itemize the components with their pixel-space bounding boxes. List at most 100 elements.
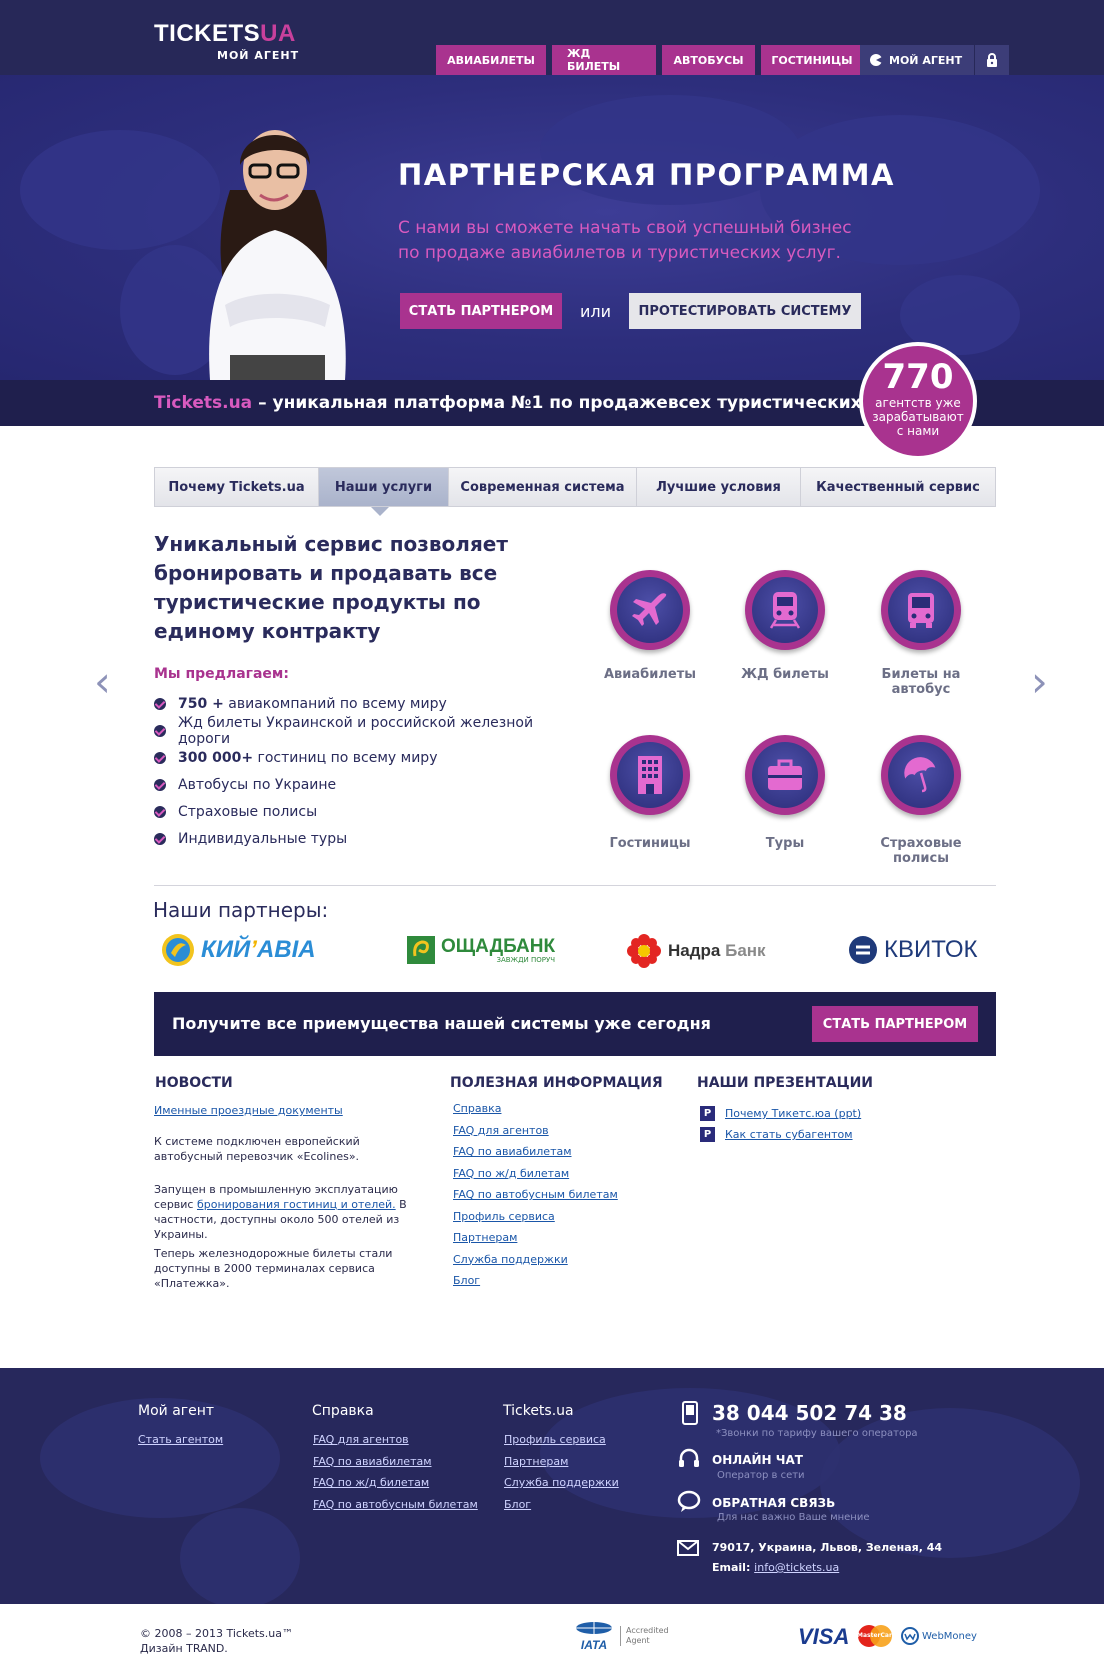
news-item: К системе подключен европейский автобусн… xyxy=(154,1135,360,1163)
news-link[interactable]: Именные проездные документы xyxy=(154,1103,343,1118)
feedback-link[interactable]: ОБРАТНАЯ СВЯЗЬ xyxy=(712,1496,835,1510)
service-bus-label: Билеты на автобус xyxy=(881,667,961,697)
agents-count-badge: 770 агентств уже зарабатывают с нами xyxy=(859,342,977,460)
partner-nadra-logo[interactable]: Надра Банк xyxy=(626,933,766,969)
footer-faq-bus-link[interactable]: FAQ по автобусным билетам xyxy=(313,1494,478,1516)
service-rail[interactable] xyxy=(745,570,825,650)
feedback-note: Для нас важно Ваше мнение xyxy=(717,1512,870,1523)
divider xyxy=(154,885,996,886)
footer-profile-link[interactable]: Профиль сервиса xyxy=(504,1429,619,1451)
oschadbank-text: ОЩАДБАНК xyxy=(441,935,556,957)
link-service-profile[interactable]: Профиль сервиса xyxy=(453,1206,618,1228)
link-blog[interactable]: Блог xyxy=(453,1270,618,1292)
link-faq-avia[interactable]: FAQ по авиабилетам xyxy=(453,1141,618,1163)
ppt-icon: P xyxy=(700,1106,715,1121)
logo[interactable]: TICKETSUA xyxy=(154,22,296,46)
footer-address: 79017, Украина, Львов, Зеленая, 44 xyxy=(712,1541,943,1554)
check-icon xyxy=(154,778,166,791)
woman-photo xyxy=(209,130,346,380)
service-avia[interactable] xyxy=(610,570,690,650)
hero-title: ПАРТНЕРСКАЯ ПРОГРАММА xyxy=(398,158,895,192)
link-help[interactable]: Справка xyxy=(453,1098,618,1120)
main-nav: АВИАБИЛЕТЫ ЖД БИЛЕТЫ АВТОБУСЫ ГОСТИНИЦЫ xyxy=(436,45,863,75)
headset-icon xyxy=(679,1448,699,1467)
tab-quality-service[interactable]: Качественный сервис xyxy=(801,468,995,506)
iata-globe-icon xyxy=(576,1622,612,1634)
oschadbank-emblem-icon xyxy=(407,936,435,964)
nav-hotels[interactable]: ГОСТИНИЦЫ xyxy=(761,45,863,75)
service-tours[interactable] xyxy=(745,735,825,815)
tab-why[interactable]: Почему Tickets.ua xyxy=(155,468,319,506)
footer-email: Email: info@tickets.ua xyxy=(712,1561,840,1574)
check-icon xyxy=(154,724,166,737)
cta-text: Получите все приемущества нашей системы … xyxy=(172,1014,711,1033)
footer-support-link[interactable]: Служба поддержки xyxy=(504,1472,619,1494)
nadra-text: Надра Банк xyxy=(668,941,766,960)
service-insurance[interactable] xyxy=(881,735,961,815)
test-system-button[interactable]: ПРОТЕСТИРОВАТЬ СИСТЕМУ xyxy=(629,293,861,329)
footer-faq-rail-link[interactable]: FAQ по ж/д билетам xyxy=(313,1472,478,1494)
link-partners[interactable]: Партнерам xyxy=(453,1227,618,1249)
online-chat-link[interactable]: ОНЛАЙН ЧАТ xyxy=(712,1453,803,1467)
hotel-booking-link[interactable]: бронирования гостиниц и отелей. xyxy=(197,1198,396,1211)
presentations-title: НАШИ ПРЕЗЕНТАЦИИ xyxy=(697,1075,874,1091)
presentation-item[interactable]: P Почему Тикетс.юа (ppt) xyxy=(700,1103,861,1124)
link-support[interactable]: Служба поддержки xyxy=(453,1249,618,1271)
my-agent-login[interactable]: МОЙ АГЕНТ xyxy=(860,45,1010,75)
useful-info-title: ПОЛЕЗНАЯ ИНФОРМАЦИЯ xyxy=(450,1075,663,1091)
partners-title: Наши партнеры: xyxy=(153,898,329,922)
tab-best-terms[interactable]: Лучшие условия xyxy=(637,468,801,506)
footer-partners-link[interactable]: Партнерам xyxy=(504,1451,619,1473)
offer-label: Мы предлагаем: xyxy=(154,666,289,682)
footer-faq-agents-link[interactable]: FAQ для агентов xyxy=(313,1429,478,1451)
agents-count: 770 xyxy=(882,357,954,397)
phone-icon xyxy=(682,1401,698,1425)
speech-bubble-icon xyxy=(677,1490,701,1512)
info-tabs: Почему Tickets.ua Наши услуги Современна… xyxy=(154,467,996,507)
slider-next-arrow[interactable]: › xyxy=(1031,661,1055,703)
list-item: 750 + авиакомпаний по всему миру xyxy=(154,690,574,717)
tagline-text: Tickets.ua – уникальная платформа №1 по … xyxy=(154,393,928,413)
my-agent-label: МОЙ АГЕНТ xyxy=(889,53,963,67)
check-icon xyxy=(154,805,166,818)
footer-blog-link[interactable]: Блог xyxy=(504,1494,619,1516)
nav-avia[interactable]: АВИАБИЛЕТЫ xyxy=(436,45,546,75)
cta-partner-button[interactable]: СТАТЬ ПАРТНЕРОМ xyxy=(812,1006,978,1042)
footer-become-agent-link[interactable]: Стать агентом xyxy=(138,1429,223,1451)
webmoney-logo: WebMoney xyxy=(901,1627,977,1645)
footer-col1-links: Стать агентом xyxy=(138,1429,223,1451)
agent-logo-icon xyxy=(870,54,882,66)
footer-faq-avia-link[interactable]: FAQ по авиабилетам xyxy=(313,1451,478,1473)
news-title: НОВОСТИ xyxy=(155,1075,233,1091)
service-insurance-label: Страховые полисы xyxy=(880,836,962,866)
news-item: Запущен в промышленную эксплуатацию серв… xyxy=(154,1183,407,1241)
link-faq-rail[interactable]: FAQ по ж/д билетам xyxy=(453,1163,618,1185)
hotel-icon xyxy=(638,756,662,794)
service-hotels[interactable] xyxy=(610,735,690,815)
list-item: Страховые полисы xyxy=(154,798,574,825)
service-bus[interactable] xyxy=(881,570,961,650)
partner-oschadbank-logo[interactable]: ОЩАДБАНК ЗАВЖДИ ПОРУЧ xyxy=(407,936,555,964)
become-partner-button[interactable]: СТАТЬ ПАРТНЕРОМ xyxy=(400,293,562,329)
hero-subtitle: С нами вы сможете начать свой успешный б… xyxy=(398,218,852,263)
tab-modern-system[interactable]: Современная система xyxy=(449,468,637,506)
footer-phone-note: *Звонки по тарифу вашего оператора xyxy=(716,1428,918,1439)
footer-col3-links: Профиль сервиса Партнерам Служба поддерж… xyxy=(504,1429,619,1515)
slider-prev-arrow[interactable]: ‹ xyxy=(94,661,118,703)
link-faq-bus[interactable]: FAQ по автобусным билетам xyxy=(453,1184,618,1206)
tab-services[interactable]: Наши услуги xyxy=(319,468,449,506)
service-hotels-label: Гостиницы xyxy=(609,836,691,851)
partner-kiyavia-logo[interactable]: КИЙ’АВІА xyxy=(161,933,316,967)
umbrella-icon xyxy=(904,757,936,793)
nav-rail[interactable]: ЖД БИЛЕТЫ xyxy=(552,45,656,75)
footer-phone[interactable]: 38 044 502 74 38 xyxy=(712,1401,907,1425)
presentation-item[interactable]: P Как стать субагентом xyxy=(700,1124,861,1145)
footer-email-link[interactable]: info@tickets.ua xyxy=(754,1561,839,1574)
check-icon xyxy=(154,751,166,764)
my-agent-button[interactable]: МОЙ АГЕНТ xyxy=(860,45,976,75)
webmoney-icon xyxy=(901,1627,919,1645)
partner-kvitok-logo[interactable]: КВИТОК xyxy=(848,935,977,965)
link-faq-agents[interactable]: FAQ для агентов xyxy=(453,1120,618,1142)
nav-bus[interactable]: АВТОБУСЫ xyxy=(662,45,755,75)
lock-button[interactable] xyxy=(975,45,1009,75)
